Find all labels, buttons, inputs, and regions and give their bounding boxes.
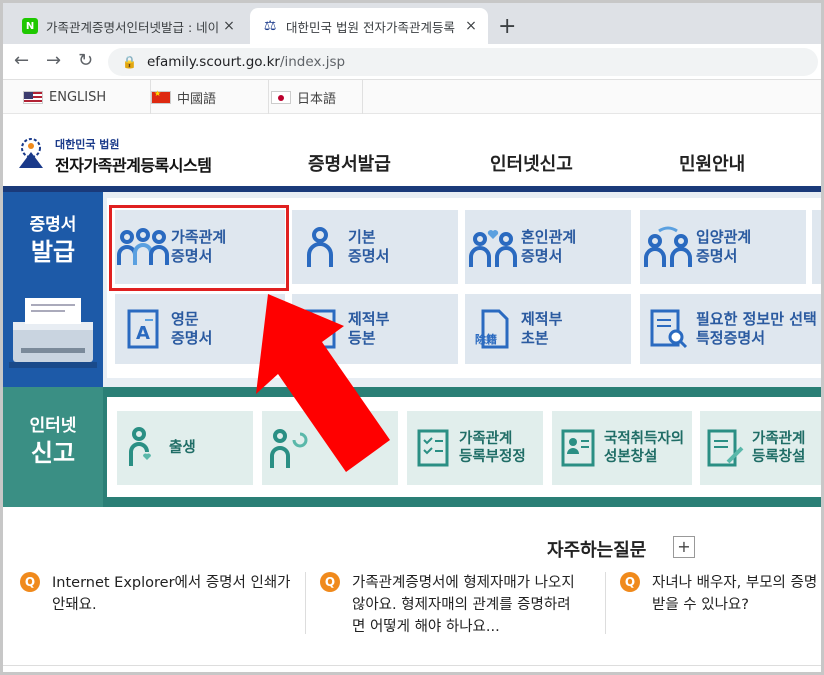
court-logo-icon[interactable]: [11, 134, 51, 174]
document-pen-icon: [700, 422, 752, 474]
naver-favicon-icon: N: [22, 18, 38, 34]
lang-label: 中國語: [177, 91, 217, 107]
court-favicon-icon: ⚖: [262, 18, 278, 34]
card-label: 입양관계 증명서: [696, 228, 752, 265]
family-cert-highlight-box: [109, 205, 289, 291]
faq-question: 자녀나 배우자, 부모의 증명 받을 수 있나요?: [652, 575, 818, 613]
faq-divider: [305, 572, 306, 634]
lock-icon: 🔒: [122, 55, 137, 69]
cert-card-specific[interactable]: 필요한 정보만 선택 특정증명서: [640, 294, 821, 364]
forward-icon[interactable]: →: [46, 50, 61, 71]
tab-title: 가족관계증명서인터넷발급 : 네이: [46, 19, 218, 35]
red-pointer-arrow-icon: [256, 294, 390, 472]
logo-title[interactable]: 전자가족관계등록시스템: [55, 152, 212, 176]
question-badge-icon: Q: [620, 572, 640, 592]
cert-card-adoption[interactable]: 입양관계 증명서: [640, 210, 806, 284]
url-field[interactable]: 🔒 efamily.scourt.go.kr/index.jsp: [108, 48, 818, 76]
question-badge-icon: Q: [320, 572, 340, 592]
url-host: efamily.scourt.go.kr: [146, 54, 280, 70]
back-icon[interactable]: ←: [14, 50, 29, 71]
id-card-icon: [552, 422, 604, 474]
cert-card-overflow[interactable]: [812, 210, 821, 284]
site-header: 대한민국 법원 전자가족관계등록시스템 증명서발급 인터넷신고 민원안내: [3, 114, 821, 186]
report-card-creation[interactable]: 가족관계 등록창설: [700, 411, 821, 485]
cert-card-basic[interactable]: 기본 증명서: [292, 210, 458, 284]
couple-heart-icon: [465, 219, 521, 275]
question-badge-icon: Q: [20, 572, 40, 592]
lang-label: 日本語: [297, 91, 337, 107]
address-bar: ← → ↻ 🔒 efamily.scourt.go.kr/index.jsp: [0, 44, 824, 80]
report-card-naturalized[interactable]: 국적취득자의 성본창설: [552, 411, 692, 485]
adoption-icon: [640, 219, 696, 275]
card-label: 필요한 정보만 선택 특정증명서: [696, 310, 817, 347]
register-icon: 除籍: [465, 301, 521, 357]
card-label: 기본 증명서: [348, 228, 390, 265]
reload-icon[interactable]: ↻: [78, 50, 93, 71]
faq-divider: [605, 572, 606, 634]
card-label: 혼인관계 증명서: [521, 228, 577, 265]
baby-icon: [117, 422, 169, 474]
cert-card-marriage[interactable]: 혼인관계 증명서: [465, 210, 631, 284]
card-label: 가족관계 등록부정정: [459, 431, 526, 465]
cert-card-removed-register-abstract[interactable]: 除籍 제적부 초본: [465, 294, 631, 364]
url-text: efamily.scourt.go.kr/index.jsp: [147, 54, 345, 70]
report-card-birth[interactable]: 출생: [117, 411, 253, 485]
person-icon: [292, 219, 348, 275]
language-bar: ENGLISH 中國語 日本語: [3, 80, 821, 114]
faq-question: Internet Explorer에서 증명서 인쇄가 안돼요.: [52, 575, 291, 613]
document-search-icon: [640, 301, 696, 357]
gnb-internet-report[interactable]: 인터넷신고: [490, 150, 573, 176]
card-label: 영문 증명서: [171, 310, 213, 347]
card-label: 제적부 초본: [521, 310, 563, 347]
china-flag-icon: [151, 89, 171, 104]
faq-more-button[interactable]: +: [673, 536, 695, 558]
report-side-panel: 인터넷 신고: [3, 387, 103, 507]
cert-side-panel: 증명서 발급: [3, 192, 103, 387]
japan-flag-icon: [271, 90, 291, 104]
us-flag-icon: [23, 90, 43, 104]
report-card-correction[interactable]: 가족관계 등록부정정: [407, 411, 543, 485]
url-path: /index.jsp: [279, 54, 346, 70]
browser-tab-court[interactable]: ⚖ 대한민국 법원 전자가족관계등록 ×: [250, 8, 488, 44]
card-label: 가족관계 등록창설: [752, 431, 806, 465]
faq-title: 자주하는질문: [547, 540, 647, 561]
faq-item[interactable]: Q 자녀나 배우자, 부모의 증명 받을 수 있나요?: [620, 572, 820, 616]
browser-tab-bar: N 가족관계증명서인터넷발급 : 네이 × ⚖ 대한민국 법원 전자가족관계등록…: [0, 0, 824, 44]
document-a-icon: A: [115, 301, 171, 357]
close-tab-icon[interactable]: ×: [218, 18, 240, 34]
bottom-divider: [3, 665, 821, 666]
svg-text:A: A: [136, 323, 150, 344]
side-title-bottom: 신고: [30, 439, 76, 467]
lang-chinese[interactable]: 中國語: [151, 80, 269, 114]
faq-question: 가족관계증명서에 형제자매가 나오지 않아요. 형제자매의 관계를 증명하려 면…: [352, 575, 575, 635]
lang-label: ENGLISH: [49, 89, 107, 105]
tab-title: 대한민국 법원 전자가족관계등록: [286, 19, 455, 35]
logo-subtitle: 대한민국 법원: [55, 138, 120, 151]
card-label: 출생: [169, 440, 196, 456]
lang-japanese[interactable]: 日本語: [271, 80, 363, 114]
checklist-icon: [407, 422, 459, 474]
gnb-civil-info[interactable]: 민원안내: [679, 150, 745, 176]
card-label: 국적취득자의 성본창설: [604, 431, 685, 465]
side-title-bottom: 발급: [30, 238, 76, 266]
faq-item[interactable]: Q 가족관계증명서에 형제자매가 나오지 않아요. 형제자매의 관계를 증명하려…: [320, 572, 605, 638]
register-badge: 除籍: [475, 332, 497, 346]
new-tab-button[interactable]: +: [498, 14, 516, 39]
gnb-cert-issue[interactable]: 증명서발급: [308, 150, 391, 176]
printer-icon: [9, 298, 97, 368]
faq-item[interactable]: Q Internet Explorer에서 증명서 인쇄가 안돼요.: [20, 572, 300, 616]
close-tab-icon[interactable]: ×: [460, 18, 482, 34]
browser-tab-naver[interactable]: N 가족관계증명서인터넷발급 : 네이 ×: [10, 8, 246, 44]
lang-english[interactable]: ENGLISH: [23, 80, 151, 114]
